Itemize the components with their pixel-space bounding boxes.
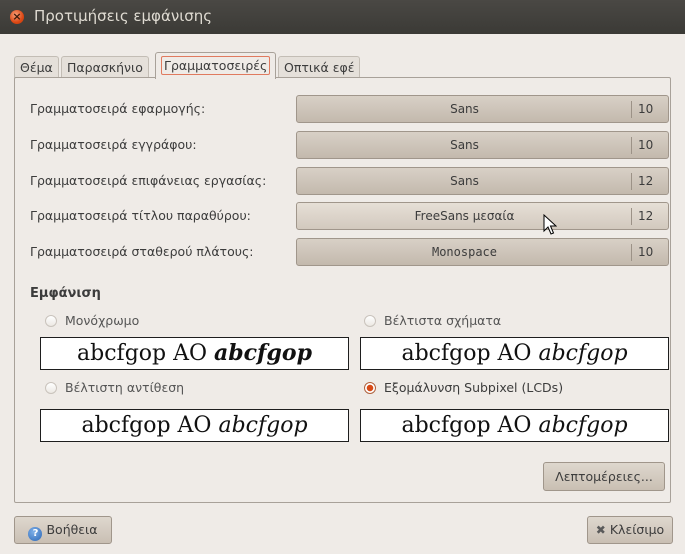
radio-label: Εξομάλυνση Subpixel (LCDs) (384, 380, 564, 395)
preview-best-shapes[interactable]: abcfgop AO abcfgop (360, 337, 669, 370)
radio-indicator (45, 315, 57, 327)
font-row-document: Γραμματοσειρά εγγράφου: Sans 10 (30, 131, 670, 159)
radio-label: Βέλτιστα σχήματα (384, 313, 502, 328)
font-name: Sans (450, 174, 479, 188)
radio-indicator (364, 315, 376, 327)
help-button-label: Βοήθεια (46, 522, 98, 537)
font-row-fixed-width: Γραμματοσειρά σταθερού πλάτους: Monospac… (30, 238, 670, 266)
close-button[interactable]: ✖ Κλείσιμο (587, 516, 673, 544)
preview-sample-emphasis: abcfgop (218, 413, 308, 438)
font-name: FreeSans μεσαία (414, 209, 515, 223)
font-name: Monospace (431, 245, 498, 259)
font-name: Sans (450, 138, 479, 152)
help-icon: ? (28, 527, 43, 541)
title-bar: × Προτιμήσεις εμφάνισης (0, 0, 685, 34)
help-button[interactable]: ? Βοήθεια (14, 516, 112, 544)
preview-monochrome[interactable]: abcfgop AO abcfgop (40, 337, 349, 370)
rendering-section-title: Εμφάνιση (30, 286, 101, 301)
window-title: Προτιμήσεις εμφάνισης (34, 7, 213, 25)
preview-sample-emphasis: abcfgop (214, 340, 312, 366)
font-size: 12 (638, 209, 654, 223)
font-size: 10 (638, 138, 654, 152)
window-title-font-button[interactable]: FreeSans μεσαία 12 (296, 202, 669, 230)
font-label: Γραμματοσειρά τίτλου παραθύρου: (30, 208, 251, 223)
preview-sample-text: abcfgop AO (81, 413, 219, 438)
preview-sample-emphasis: abcfgop (538, 413, 628, 438)
font-size: 10 (638, 102, 654, 116)
close-window-icon[interactable]: × (10, 10, 24, 24)
separator (631, 208, 632, 225)
desktop-font-button[interactable]: Sans 12 (296, 167, 669, 195)
preview-sample-text: abcfgop AO (77, 341, 215, 366)
tab-visual-effects[interactable]: Οπτικά εφέ (278, 56, 361, 78)
tab-background[interactable]: Παρασκήνιο (61, 56, 149, 78)
close-icon: ✖ (595, 523, 606, 537)
font-row-desktop: Γραμματοσειρά επιφάνειας εργασίας: Sans … (30, 167, 670, 195)
separator (631, 137, 632, 154)
preview-sample-text: abcfgop AO (401, 413, 539, 438)
font-name: Sans (450, 102, 479, 116)
separator (631, 101, 632, 118)
font-label: Γραμματοσειρά εφαρμογής: (30, 101, 206, 116)
font-size: 12 (638, 174, 654, 188)
preview-subpixel[interactable]: abcfgop AO abcfgop (360, 409, 669, 442)
font-label: Γραμματοσειρά εγγράφου: (30, 137, 197, 152)
mouse-pointer-icon (543, 214, 557, 235)
radio-label: Μονόχρωμο (65, 313, 140, 328)
details-button[interactable]: Λεπτομέρειες... (543, 462, 665, 491)
radio-indicator (364, 382, 376, 394)
radio-label: Βέλτιστη αντίθεση (65, 380, 185, 395)
details-button-label: Λεπτομέρειες... (555, 469, 653, 484)
fixed-width-font-button[interactable]: Monospace 10 (296, 238, 669, 266)
application-font-button[interactable]: Sans 10 (296, 95, 669, 123)
separator (631, 173, 632, 190)
preview-sample-text: abcfgop AO (401, 341, 539, 366)
document-font-button[interactable]: Sans 10 (296, 131, 669, 159)
close-button-label: Κλείσιμο (609, 522, 665, 537)
font-label: Γραμματοσειρά σταθερού πλάτους: (30, 244, 254, 259)
font-row-window-title: Γραμματοσειρά τίτλου παραθύρου: FreeSans… (30, 202, 670, 230)
tab-fonts[interactable]: Γραμματοσειρές (155, 52, 277, 79)
preview-best-contrast[interactable]: abcfgop AO abcfgop (40, 409, 349, 442)
preview-sample-emphasis: abcfgop (538, 341, 628, 366)
tab-theme[interactable]: Θέμα (14, 56, 59, 78)
font-label: Γραμματοσειρά επιφάνειας εργασίας: (30, 173, 267, 188)
radio-indicator (45, 382, 57, 394)
font-size: 10 (638, 245, 654, 259)
font-row-application: Γραμματοσειρά εφαρμογής: Sans 10 (30, 95, 670, 123)
separator (631, 244, 632, 261)
